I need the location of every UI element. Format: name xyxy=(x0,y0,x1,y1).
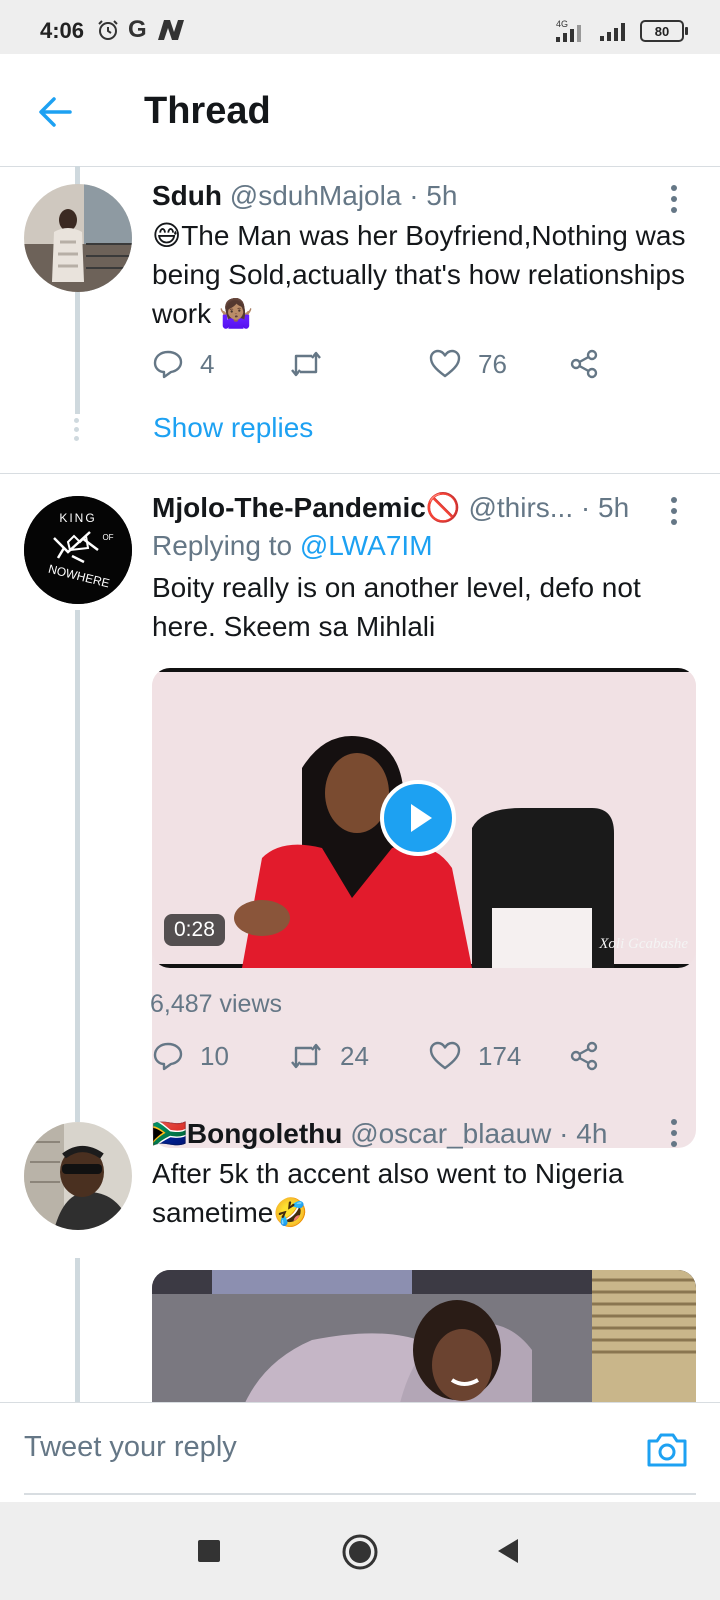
alarm-icon xyxy=(98,20,118,40)
author-name[interactable]: Bongolethu xyxy=(187,1118,343,1149)
signal-icon xyxy=(600,23,625,41)
replying-to: Replying to @LWA7IM xyxy=(152,530,433,561)
page-title: Thread xyxy=(144,90,271,132)
tweet-header: 🇿🇦Bongolethu @oscar_blaauw · 4h xyxy=(152,1116,686,1152)
tweet-header: Sduh @sduhMajola · 5h xyxy=(152,178,686,214)
share-button[interactable] xyxy=(568,348,600,380)
reply-composer: Tweet your reply xyxy=(0,1402,720,1501)
retweet-icon xyxy=(291,351,321,377)
svg-text:4G: 4G xyxy=(556,19,568,29)
camera-icon xyxy=(647,1433,687,1467)
more-options-button[interactable] xyxy=(662,494,686,530)
share-button[interactable] xyxy=(568,1040,600,1072)
author-handle[interactable]: @thirs... xyxy=(468,492,573,523)
more-vertical-icon xyxy=(671,497,677,525)
reply-count: 10 xyxy=(200,1040,229,1071)
more-vertical-icon xyxy=(671,1119,677,1147)
triangle-back-icon xyxy=(498,1539,518,1563)
video-player[interactable]: 0:28 Xoli Gcabashe xyxy=(152,668,696,968)
retweet-button[interactable]: 24 xyxy=(288,1040,369,1072)
tweet-header: Mjolo-The-Pandemic🚫 @thirs... · 5h xyxy=(152,490,686,526)
back-arrow-icon xyxy=(39,97,72,127)
reply-button[interactable]: 10 xyxy=(152,1040,229,1072)
like-count: 174 xyxy=(478,1040,522,1071)
more-options-button[interactable] xyxy=(662,182,686,218)
back-button[interactable] xyxy=(34,90,78,134)
tweet-actions: 10 24 174 xyxy=(152,1040,632,1080)
heart-icon xyxy=(429,349,461,378)
like-button[interactable]: 76 xyxy=(428,348,507,380)
tweet-time: · 4h xyxy=(559,1118,608,1149)
play-button[interactable] xyxy=(380,780,456,856)
tweet-time: · 5h xyxy=(580,492,630,523)
video-watermark: Xoli Gcabashe xyxy=(599,936,688,952)
share-icon xyxy=(570,349,598,379)
avatar[interactable]: KING OF NOWHERE xyxy=(24,496,132,604)
retweet-count: 24 xyxy=(340,1040,369,1071)
reply-button[interactable]: 4 xyxy=(152,348,214,380)
app-n-icon xyxy=(157,20,184,40)
signal-4g-icon: 4G xyxy=(556,19,581,42)
tweet-text: After 5k th accent also went to Nigeria … xyxy=(152,1158,624,1228)
camera-button[interactable] xyxy=(644,1427,690,1473)
like-button[interactable]: 174 xyxy=(428,1040,521,1072)
show-replies-link[interactable]: Show replies xyxy=(153,412,313,444)
retweet-button[interactable] xyxy=(288,348,324,380)
tweet-actions: 4 76 xyxy=(152,348,632,388)
thread-feed[interactable]: Sduh @sduhMajola · 5h 😅The Man was her B… xyxy=(0,166,720,1402)
back-nav-button[interactable] xyxy=(494,1536,524,1566)
tweet-time: · 5h xyxy=(409,180,458,211)
shrug-emoji: 🤷🏽‍♀️ xyxy=(218,298,254,329)
tweet-image[interactable] xyxy=(152,1270,696,1402)
app-bar: Thread xyxy=(0,54,720,167)
share-icon xyxy=(570,1041,598,1071)
home-button[interactable] xyxy=(341,1533,379,1571)
battery-icon: 80 xyxy=(640,20,688,42)
status-bar: 4:06 G 4G 80 xyxy=(0,0,720,54)
prohibited-emoji: 🚫 xyxy=(425,492,461,523)
avatar[interactable] xyxy=(24,184,132,292)
reply-icon xyxy=(153,1042,183,1071)
more-options-button[interactable] xyxy=(662,1116,686,1152)
reply-input[interactable]: Tweet your reply xyxy=(24,1431,237,1464)
more-vertical-icon xyxy=(671,185,677,213)
retweet-icon xyxy=(291,1043,321,1069)
video-duration: 0:28 xyxy=(164,914,225,946)
play-icon xyxy=(411,804,432,832)
author-handle[interactable]: @sduhMajola xyxy=(230,180,402,211)
recents-button[interactable] xyxy=(196,1538,222,1564)
image-thumbnail xyxy=(152,1270,696,1402)
svg-text:OF: OF xyxy=(102,533,113,542)
author-name[interactable]: Mjolo-The-Pandemic xyxy=(152,492,426,523)
view-count: 6,487 views xyxy=(150,990,283,1018)
avatar[interactable] xyxy=(24,1122,132,1230)
reply-count: 4 xyxy=(200,348,215,379)
replying-to-link[interactable]: @LWA7IM xyxy=(300,530,433,561)
reply-input-underline xyxy=(24,1493,696,1495)
tweet-text: Boity really is on another level, defo n… xyxy=(152,572,641,642)
tweet-text: 😅The Man was her Boyfriend,Nothing was b… xyxy=(152,220,686,329)
tweet[interactable]: Sduh @sduhMajola · 5h 😅The Man was her B… xyxy=(0,166,720,474)
reply-icon xyxy=(153,350,183,379)
like-count: 76 xyxy=(478,348,507,379)
south-africa-flag-emoji: 🇿🇦 xyxy=(152,1118,187,1149)
system-nav-bar xyxy=(0,1502,720,1600)
author-name[interactable]: Sduh xyxy=(152,180,222,211)
google-icon: G xyxy=(128,16,147,43)
rofl-emoji: 🤣 xyxy=(273,1197,309,1228)
status-time: 4:06 xyxy=(40,18,85,43)
square-icon xyxy=(198,1540,220,1562)
author-handle[interactable]: @oscar_blaauw xyxy=(350,1118,551,1149)
sweat-smile-emoji: 😅 xyxy=(152,220,182,251)
heart-icon xyxy=(429,1041,461,1070)
home-circle-icon xyxy=(342,1534,378,1570)
svg-text:KING: KING xyxy=(59,511,96,525)
